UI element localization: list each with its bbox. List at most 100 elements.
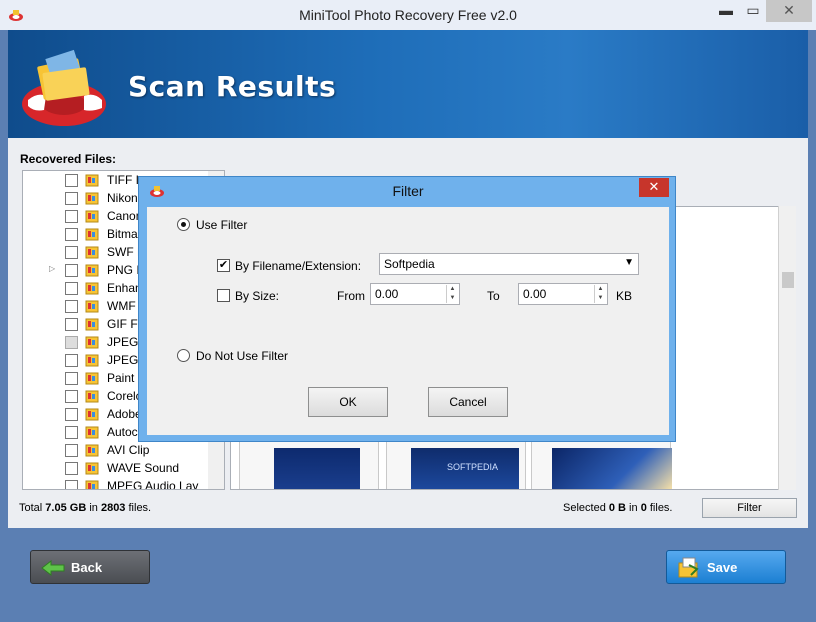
file-type-icon bbox=[85, 462, 99, 475]
file-type-icon bbox=[85, 426, 99, 439]
unit-label: KB bbox=[616, 289, 633, 303]
page-heading: Scan Results bbox=[128, 70, 337, 103]
tree-item-checkbox[interactable] bbox=[65, 444, 78, 457]
tree-item-label: Adobe bbox=[107, 407, 142, 421]
no-filter-radio[interactable] bbox=[177, 349, 190, 362]
tree-item-label: Nikon bbox=[107, 191, 138, 205]
tree-item-checkbox[interactable] bbox=[65, 462, 78, 475]
file-type-icon bbox=[85, 174, 99, 187]
by-filename-checkbox[interactable]: ✔ bbox=[217, 259, 230, 272]
tree-item-checkbox[interactable] bbox=[65, 408, 78, 421]
from-size-field[interactable]: 0.00 ▲ ▼ bbox=[370, 283, 460, 305]
tree-item-checkbox[interactable] bbox=[65, 246, 78, 259]
tree-item-checkbox[interactable] bbox=[65, 336, 78, 349]
file-type-icon bbox=[85, 480, 99, 489]
status-text: Selected bbox=[563, 502, 609, 514]
file-type-icon bbox=[85, 264, 99, 277]
back-button[interactable]: Back bbox=[30, 550, 150, 584]
to-value: 0.00 bbox=[523, 287, 547, 301]
to-label: To bbox=[487, 289, 500, 303]
tree-item-label: Autoc bbox=[107, 425, 138, 439]
filter-dialog: Filter ✕ Use Filter ✔ By Filename/Extens… bbox=[138, 176, 676, 442]
file-type-icon bbox=[85, 444, 99, 457]
ok-button[interactable]: OK bbox=[308, 387, 388, 417]
tree-item-checkbox[interactable] bbox=[65, 282, 78, 295]
total-files: 2803 bbox=[100, 502, 126, 514]
tree-item-checkbox[interactable] bbox=[65, 264, 78, 277]
file-type-icon bbox=[85, 372, 99, 385]
tree-item-checkbox[interactable] bbox=[65, 480, 78, 489]
header-banner: Scan Results bbox=[8, 30, 808, 138]
tree-item-label: Enhan bbox=[107, 281, 142, 295]
minimize-button[interactable]: ▬ bbox=[712, 0, 740, 22]
chevron-down-icon[interactable]: ▼ bbox=[624, 257, 634, 268]
filter-button[interactable]: Filter bbox=[702, 498, 797, 518]
back-label: Back bbox=[71, 560, 103, 575]
file-type-icon bbox=[85, 390, 99, 403]
thumbnail-scrollbar[interactable] bbox=[778, 206, 796, 490]
tree-item-checkbox[interactable] bbox=[65, 228, 78, 241]
by-size-checkbox[interactable] bbox=[217, 289, 230, 302]
file-type-icon bbox=[85, 210, 99, 223]
tree-item-checkbox[interactable] bbox=[65, 372, 78, 385]
tree-item-checkbox[interactable] bbox=[65, 354, 78, 367]
tree-item[interactable]: WAVE Sound bbox=[23, 459, 223, 477]
filename-value: Softpedia bbox=[384, 257, 435, 271]
save-label: Save bbox=[707, 560, 738, 575]
maximize-button[interactable]: ▭ bbox=[740, 0, 766, 22]
tree-item-checkbox[interactable] bbox=[65, 300, 78, 313]
thumbnail-scrollbar-thumb[interactable] bbox=[782, 272, 794, 288]
file-type-icon bbox=[85, 300, 99, 313]
tree-item-label: Corelc bbox=[107, 389, 142, 403]
tree-item[interactable]: AVI Clip bbox=[23, 441, 223, 459]
from-spinner[interactable]: ▲ ▼ bbox=[446, 285, 458, 303]
tree-item-checkbox[interactable] bbox=[65, 390, 78, 403]
selected-status: Selected 0 B in 0 files. bbox=[563, 502, 673, 514]
by-filename-label: By Filename/Extension: bbox=[235, 259, 362, 273]
title-bar: MiniTool Photo Recovery Free v2.0 ▬ ▭ ✕ bbox=[0, 0, 816, 30]
tree-item-checkbox[interactable] bbox=[65, 174, 78, 187]
tree-item-checkbox[interactable] bbox=[65, 426, 78, 439]
use-filter-radio[interactable] bbox=[177, 218, 190, 231]
recovered-files-label: Recovered Files: bbox=[20, 152, 117, 166]
by-size-label: By Size: bbox=[235, 289, 280, 303]
file-type-icon bbox=[85, 408, 99, 421]
total-status: Total 7.05 GB in 2803 files. bbox=[19, 502, 151, 514]
status-text: files. bbox=[646, 502, 673, 514]
to-spinner[interactable]: ▲ ▼ bbox=[594, 285, 606, 303]
file-type-icon bbox=[85, 354, 99, 367]
use-filter-label: Use Filter bbox=[196, 218, 248, 232]
thumbnail-caption: SOFTPEDIA bbox=[447, 462, 499, 472]
selected-size: 0 B bbox=[608, 502, 626, 514]
from-value: 0.00 bbox=[375, 287, 399, 301]
file-type-icon bbox=[85, 192, 99, 205]
file-type-icon bbox=[85, 228, 99, 241]
save-button[interactable]: Save bbox=[666, 550, 786, 584]
tree-item-label: MPEG Audio Lay bbox=[107, 479, 199, 490]
file-type-icon bbox=[85, 336, 99, 349]
radio-dot bbox=[181, 222, 186, 227]
thumbnail-image: SOFTPEDIA bbox=[411, 448, 519, 489]
window-title: MiniTool Photo Recovery Free v2.0 bbox=[299, 7, 517, 23]
arrow-left-icon bbox=[41, 560, 65, 576]
dialog-close-button[interactable]: ✕ bbox=[639, 178, 669, 197]
filename-combobox[interactable]: Softpedia ▼ bbox=[379, 253, 639, 275]
tree-item-checkbox[interactable] bbox=[65, 318, 78, 331]
from-label: From bbox=[337, 289, 365, 303]
file-type-icon bbox=[85, 318, 99, 331]
dialog-title: Filter bbox=[392, 183, 424, 199]
to-size-field[interactable]: 0.00 ▲ ▼ bbox=[518, 283, 608, 305]
save-folder-icon bbox=[678, 557, 699, 578]
status-text: in bbox=[86, 502, 101, 514]
expand-arrow-icon[interactable]: ▷ bbox=[49, 264, 55, 273]
tree-item-checkbox[interactable] bbox=[65, 192, 78, 205]
tree-item[interactable]: MPEG Audio Lay bbox=[23, 477, 223, 490]
tree-item-checkbox[interactable] bbox=[65, 210, 78, 223]
tree-item-label: WAVE Sound bbox=[107, 461, 180, 475]
close-button[interactable]: ✕ bbox=[766, 0, 812, 22]
thumbnail-image bbox=[274, 448, 360, 489]
file-type-icon bbox=[85, 282, 99, 295]
cancel-button[interactable]: Cancel bbox=[428, 387, 508, 417]
no-filter-label: Do Not Use Filter bbox=[196, 349, 289, 363]
tree-item-label: AVI Clip bbox=[107, 443, 150, 457]
